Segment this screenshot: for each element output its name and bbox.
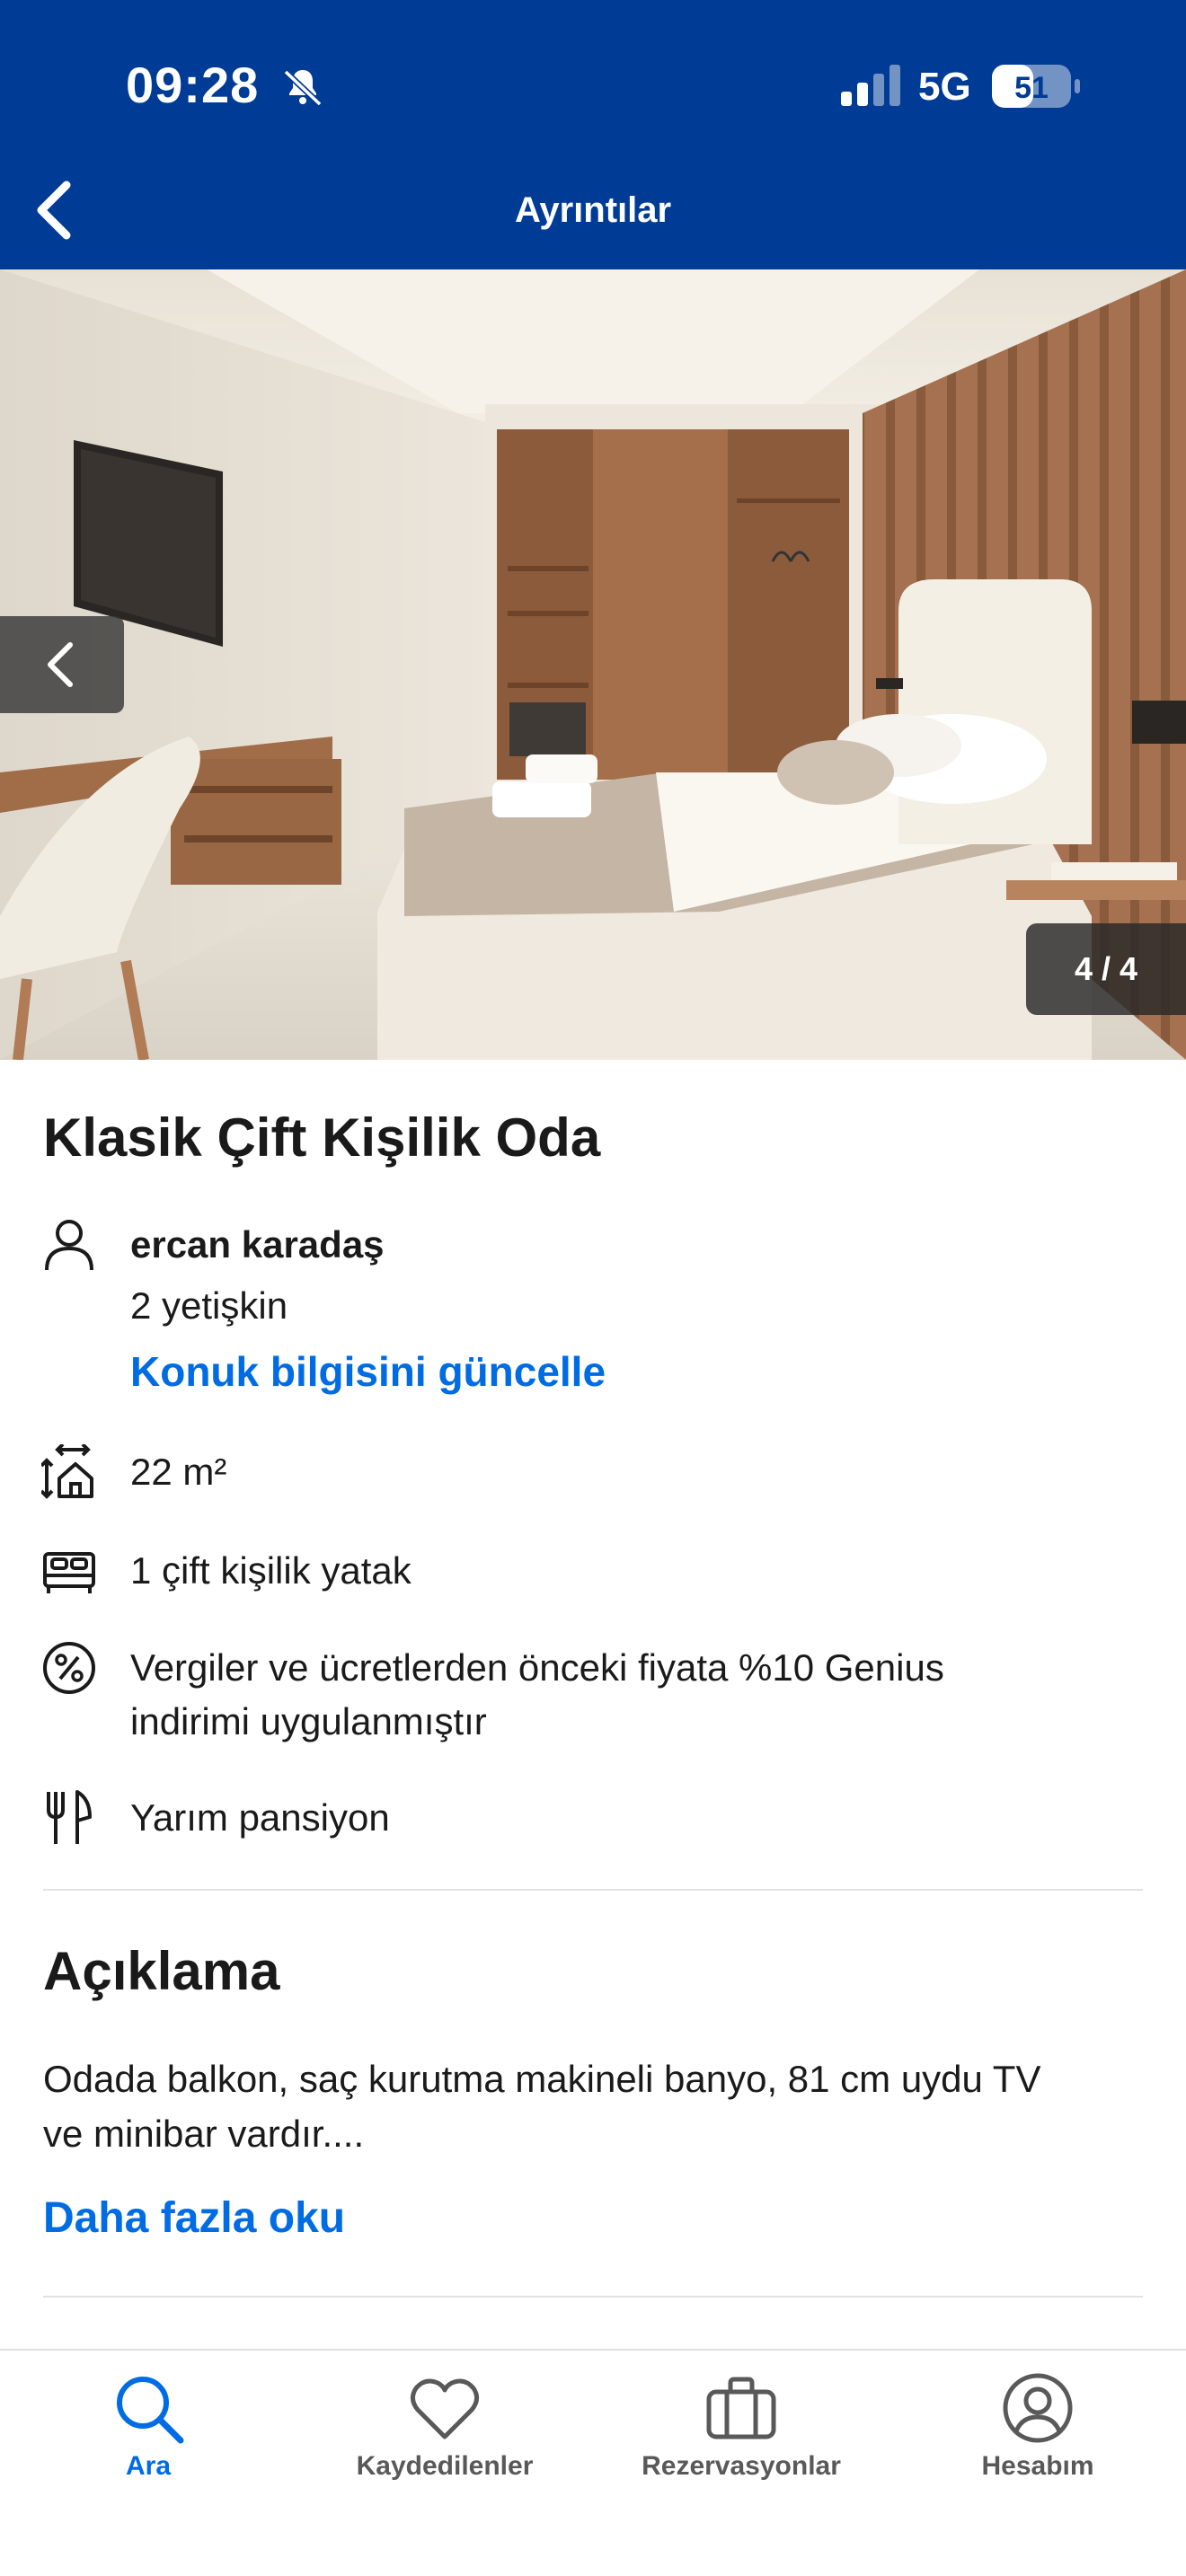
person-icon [45,1220,93,1271]
bed-type: 1 çift kişilik yatak [130,1549,412,1592]
room-size-icon [41,1444,93,1499]
description-text-line1: Odada balkon, saç kurutma makineli banyo… [43,2058,1041,2100]
signal-icon [841,65,900,106]
guest-name: ercan karadaş [130,1223,385,1266]
divider [43,1889,1143,1891]
tab-bookings[interactable]: Rezervasyonlar [593,2351,890,2530]
battery-icon: 51 [992,65,1080,108]
tab-label: Rezervasyonlar [642,2451,841,2481]
description-title: Açıklama [43,1941,280,2001]
discount-text-line2: indirimi uygulanmıştır [130,1700,487,1742]
tab-label: Hesabım [981,2451,1094,2481]
meal-plan: Yarım pansiyon [130,1796,390,1839]
gallery-counter: 4 / 4 [1026,923,1186,1015]
search-icon [117,2377,184,2444]
page-title: Ayrıntılar [514,190,672,230]
bell-muted-icon [283,69,323,107]
update-guest-link[interactable]: Konuk bilgisini güncelle [130,1347,606,1396]
tab-account[interactable]: Hesabım [890,2351,1186,2530]
room-photo [0,269,1186,1060]
description-text: Odada balkon, saç kurutma makineli banyo… [43,2051,1148,2161]
tab-search[interactable]: Ara [0,2351,296,2530]
fork-knife-icon [47,1790,92,1844]
room-title: Klasik Çift Kişilik Oda [43,1107,601,1168]
description-text-line2: ve minibar vardır.... [43,2113,365,2155]
tab-label: Ara [125,2451,172,2481]
discount-icon [43,1642,95,1694]
guest-count: 2 yetişkin [130,1284,288,1327]
tab-label: Kaydedilenler [356,2451,534,2481]
account-icon [1003,2373,1073,2443]
tab-saved[interactable]: Kaydedilenler [296,2351,593,2530]
bottom-tab-bar: Ara Kaydedilenler Rezervasyonlar Hesabım [0,2349,1186,2576]
status-time: 09:28 [126,57,260,113]
app-header: 09:28 5G 51 Ayrıntılar [0,0,1186,269]
read-more-link[interactable]: Daha fazla oku [43,2193,345,2243]
briefcase-icon [706,2377,776,2439]
discount-text-line1: Vergiler ve ücretlerden önceki fiyata %1… [130,1646,944,1689]
room-size: 22 m² [130,1451,227,1493]
battery-level: 51 [1014,71,1049,105]
heart-icon [411,2378,479,2439]
gallery-prev-button[interactable] [0,616,124,713]
network-type: 5G [918,65,971,109]
room-photo-gallery[interactable]: 4 / 4 [0,269,1186,1060]
bed-icon [43,1552,95,1593]
divider [43,2296,1143,2298]
